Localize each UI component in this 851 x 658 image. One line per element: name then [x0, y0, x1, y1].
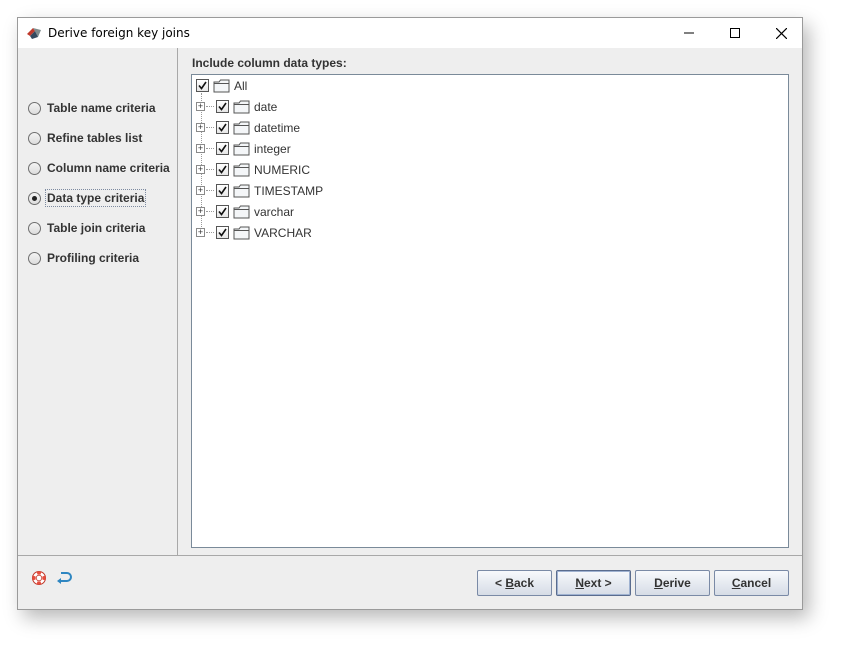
checkmark-icon — [218, 228, 227, 237]
step-table-name-criteria[interactable]: Table name criteria — [28, 98, 157, 118]
expand-toggle[interactable]: + — [196, 165, 205, 174]
tree-branch-line — [206, 211, 214, 212]
checkbox-numeric[interactable] — [216, 163, 229, 176]
folder-icon — [233, 205, 250, 218]
checkbox-all[interactable] — [196, 79, 209, 92]
dialog-window: Derive foreign key joins Table name crit… — [17, 17, 803, 610]
step-label: Table name criteria — [47, 101, 156, 115]
step-label: Profiling criteria — [47, 251, 140, 265]
next-button[interactable]: Next > — [556, 570, 631, 596]
maximize-button[interactable] — [712, 18, 758, 48]
tree-branch-line — [206, 106, 214, 107]
tree-branch-line — [206, 190, 214, 191]
checkbox-date[interactable] — [216, 100, 229, 113]
radio-button[interactable] — [28, 131, 41, 145]
tree-node-numeric[interactable]: + NUMERIC — [196, 159, 310, 180]
tree-node-integer[interactable]: + integer — [196, 138, 291, 159]
tree-node-label: varchar — [254, 204, 295, 219]
expand-toggle[interactable]: + — [196, 186, 205, 195]
step-refine-tables-list[interactable]: Refine tables list — [28, 128, 143, 148]
checkmark-icon — [218, 186, 227, 195]
maximize-icon — [730, 28, 740, 38]
close-button[interactable] — [758, 18, 804, 48]
tree-node-label: datetime — [254, 120, 301, 135]
checkmark-icon — [218, 123, 227, 132]
checkbox-integer[interactable] — [216, 142, 229, 155]
next-button-label: Next > — [575, 576, 612, 590]
app-logo-icon — [27, 28, 41, 39]
checkbox-timestamp[interactable] — [216, 184, 229, 197]
tree-node-label: All — [234, 78, 248, 93]
expand-toggle[interactable]: + — [196, 123, 205, 132]
tree-node-label: date — [254, 99, 278, 114]
folder-icon — [233, 226, 250, 239]
step-label: Refine tables list — [47, 131, 143, 145]
tree-node-varchar-lower[interactable]: + varchar — [196, 201, 294, 222]
tree-node-datetime[interactable]: + datetime — [196, 117, 300, 138]
checkmark-icon — [218, 207, 227, 216]
data-type-tree[interactable]: All + date + datetime + integer + NUMERI… — [191, 74, 789, 548]
tree-node-varchar-upper[interactable]: + VARCHAR — [196, 222, 312, 243]
wizard-steps-panel: Table name criteria Refine tables list C… — [18, 48, 178, 555]
radio-button[interactable] — [28, 221, 41, 235]
step-table-join-criteria[interactable]: Table join criteria — [28, 218, 146, 238]
footer-divider — [18, 555, 802, 556]
checkmark-icon — [218, 165, 227, 174]
step-profiling-criteria[interactable]: Profiling criteria — [28, 248, 140, 268]
tree-branch-line — [206, 127, 214, 128]
minimize-button[interactable] — [666, 18, 712, 48]
folder-icon — [233, 100, 250, 113]
tree-branch-line — [206, 148, 214, 149]
cancel-button[interactable]: Cancel — [714, 570, 789, 596]
radio-button[interactable] — [28, 101, 41, 115]
checkmark-icon — [198, 81, 207, 90]
expand-toggle[interactable]: + — [196, 102, 205, 111]
expand-toggle[interactable]: + — [196, 207, 205, 216]
expand-toggle[interactable]: + — [196, 144, 205, 153]
tree-node-timestamp[interactable]: + TIMESTAMP — [196, 180, 323, 201]
derive-button[interactable]: Derive — [635, 570, 710, 596]
expand-toggle[interactable]: + — [196, 228, 205, 237]
folder-icon — [233, 184, 250, 197]
folder-icon — [213, 79, 230, 92]
tree-node-label: VARCHAR — [254, 225, 312, 240]
step-column-name-criteria[interactable]: Column name criteria — [28, 158, 171, 178]
undo-arrow-icon[interactable] — [56, 570, 72, 586]
radio-button-selected[interactable] — [28, 191, 41, 205]
step-label: Data type criteria — [44, 189, 147, 207]
tree-branch-line — [206, 169, 214, 170]
back-button[interactable]: < Back — [477, 570, 552, 596]
checkmark-icon — [218, 144, 227, 153]
title-bar[interactable]: Derive foreign key joins — [18, 18, 802, 48]
cancel-button-label: Cancel — [731, 576, 772, 590]
minimize-icon — [684, 32, 694, 34]
close-icon — [775, 27, 787, 39]
tree-node-label: TIMESTAMP — [254, 183, 324, 198]
tree-node-all[interactable]: All — [196, 75, 247, 96]
folder-icon — [233, 163, 250, 176]
checkmark-icon — [218, 102, 227, 111]
checkbox-datetime[interactable] — [216, 121, 229, 134]
checkbox-varchar-lower[interactable] — [216, 205, 229, 218]
lifebuoy-help-icon[interactable] — [31, 570, 47, 586]
radio-button[interactable] — [28, 161, 41, 175]
tree-node-label: NUMERIC — [254, 162, 310, 177]
tree-node-date[interactable]: + date — [196, 96, 277, 117]
step-label: Table join criteria — [47, 221, 146, 235]
checkbox-varchar-upper[interactable] — [216, 226, 229, 239]
radio-button[interactable] — [28, 251, 41, 265]
step-label: Column name criteria — [47, 161, 170, 175]
tree-branch-line — [206, 232, 214, 233]
back-button-label: < Back — [494, 576, 535, 590]
folder-icon — [233, 121, 250, 134]
step-data-type-criteria[interactable]: Data type criteria — [28, 188, 147, 208]
derive-button-label: Derive — [654, 576, 691, 590]
window-title: Derive foreign key joins — [48, 26, 190, 40]
folder-icon — [233, 142, 250, 155]
tree-node-label: integer — [254, 141, 291, 156]
data-types-heading: Include column data types: — [192, 56, 347, 70]
